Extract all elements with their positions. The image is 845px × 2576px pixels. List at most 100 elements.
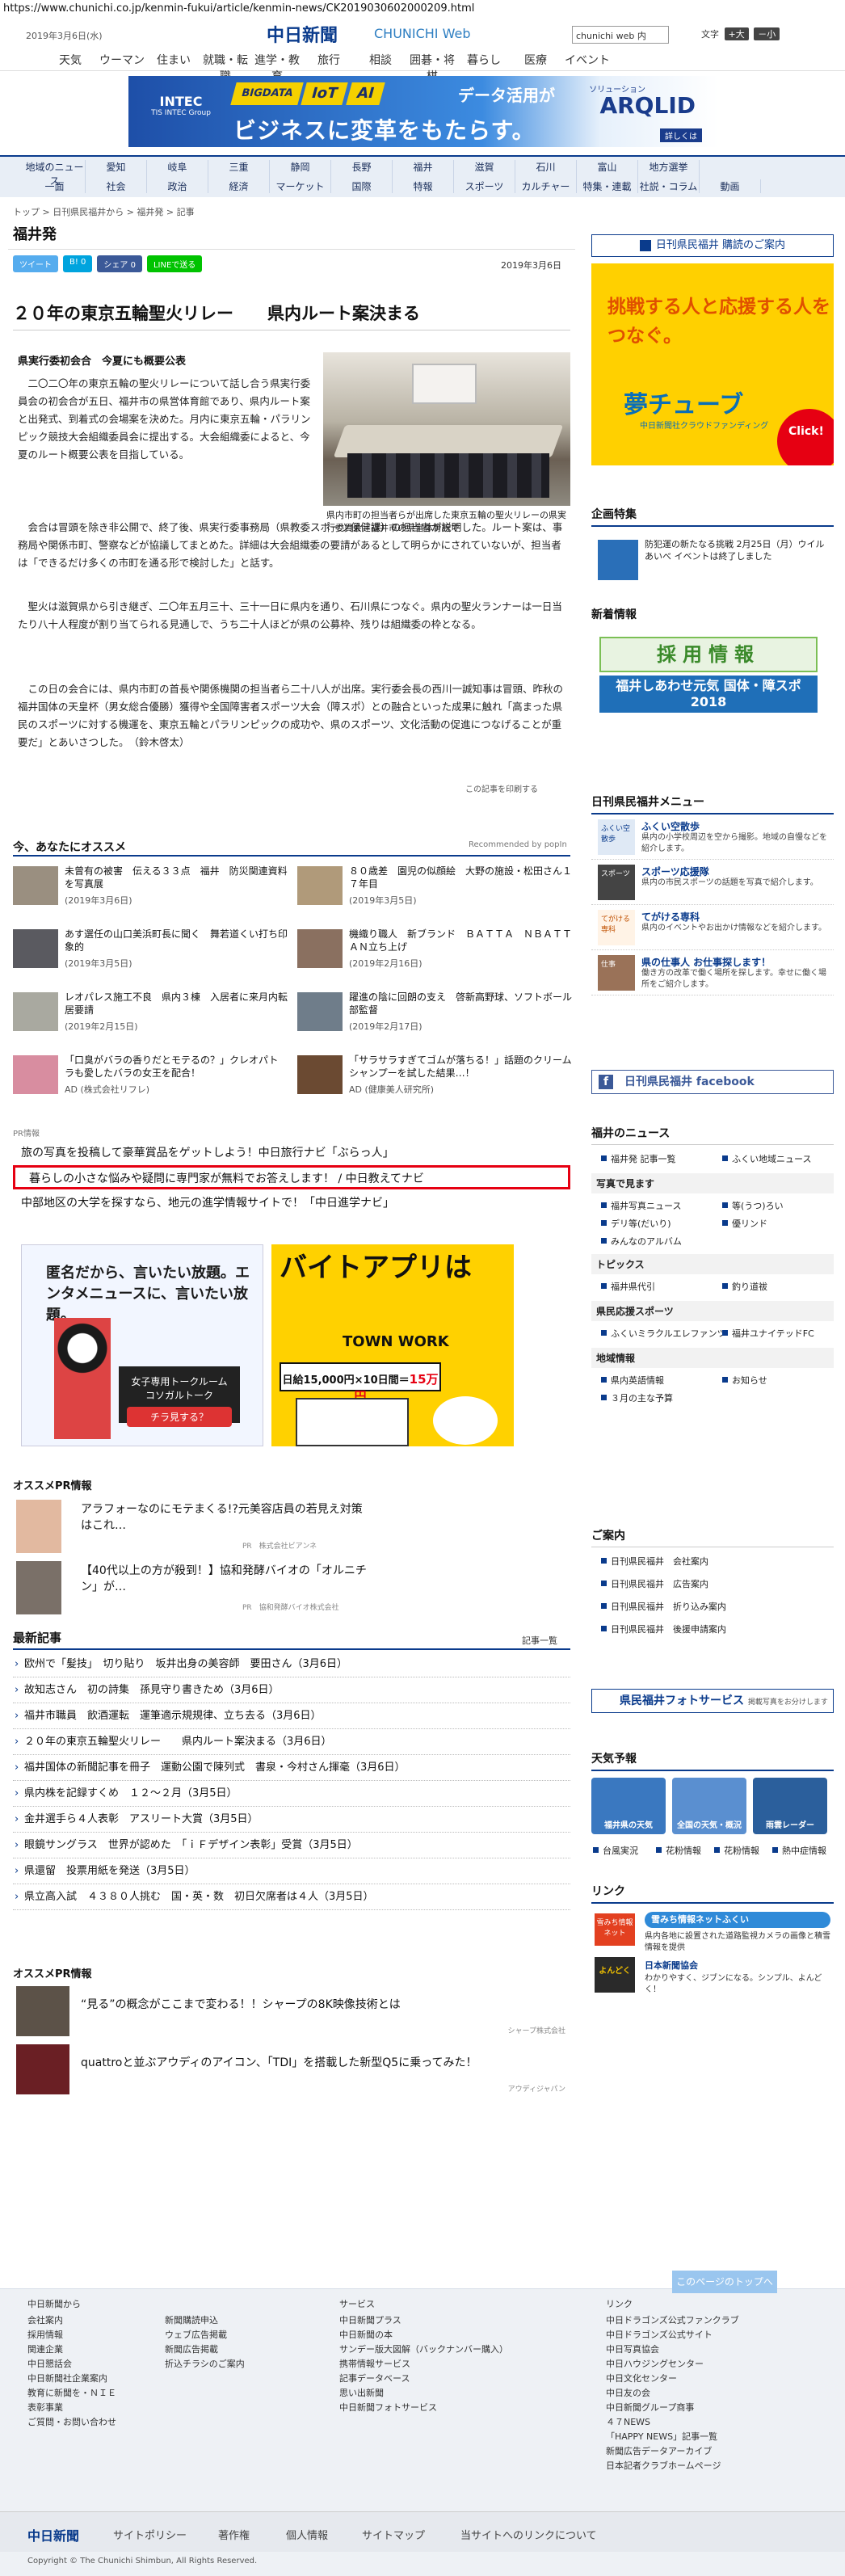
footer-logo[interactable]: 中日新聞 [27, 2525, 79, 2544]
weather-link[interactable]: 花粉情報 [654, 1844, 701, 1857]
kikaku-thumb[interactable] [598, 540, 638, 580]
footer-link[interactable]: 中日ドラゴンズ公式サイト [606, 2328, 739, 2342]
cnav-item[interactable]: 社会 [86, 179, 147, 193]
recommend-item[interactable]: レオパレス施工不良 県内３棟 入居者に来月内転居要請 (2019年2月15日) [13, 989, 288, 1038]
guide-link[interactable]: 日刊県民福井 広告案内 [599, 1577, 708, 1590]
recommend-item[interactable]: 躍進の陰に回朗の支え 啓新高野球、ソフトボール部監督 (2019年2月17日) [297, 989, 572, 1038]
display-ad[interactable]: 匿名だから、言いたい放題。エンタメニュースに、言いたい放題。 女子専用トークルー… [21, 1244, 263, 1446]
url-bar[interactable]: https://www.chunichi.co.jp/kenmin-fukui/… [0, 0, 845, 18]
breadcrumb[interactable]: トップ > 日刊県民福井から > 福井発 > 記事 [13, 205, 195, 218]
latest-item[interactable]: 故知志さん 初の詩集 孫見守り書きため（3月6日） [13, 1677, 570, 1703]
news-link[interactable]: デリ等(だいり) [599, 1217, 671, 1230]
pr-link[interactable]: 旅の写真を投稿して豪華賞品をゲットしよう！中日旅行ナビ「ぶらっ人」 [21, 1144, 394, 1160]
latest-item[interactable]: 眼鏡サングラス 世界が認めた 「ｉＦデザイン表彰」受賞（3月5日） [13, 1833, 570, 1858]
news-link[interactable]: お知らせ [721, 1374, 767, 1387]
ad-click-badge[interactable]: Click! [777, 409, 834, 465]
news-link[interactable]: ３月の主な予算 [599, 1391, 673, 1404]
photo-service-link[interactable]: 県民福井フォトサービス 掲載写真をお分けします [591, 1689, 834, 1713]
footer-nav-link[interactable]: サイトポリシー [113, 2527, 187, 2542]
recommend-item[interactable]: 「口臭がバラの香りだとモテるの？」クレオパトラも愛したバラの女王を配合！ AD (… [13, 1052, 288, 1101]
news-link[interactable]: ふくい地域ニュース [721, 1152, 811, 1165]
snow-info-link[interactable]: 雪みち情報ネットふくい [645, 1912, 830, 1928]
sidebar-ad[interactable]: 挑戦する人と応援する人をつなぐ。 夢チューブ 中日新聞社クラウドファンディング … [591, 263, 834, 465]
print-link[interactable]: この記事を印刷する [465, 782, 538, 794]
footer-link[interactable]: 中日新聞の本 [339, 2328, 508, 2342]
footer-link[interactable]: 思い出新聞 [339, 2386, 508, 2401]
pr-link[interactable]: 暮らしの小さな悩みや疑問に専門家が無料でお答えします！ / 中日教えてナビ [29, 1170, 424, 1186]
footer-link[interactable]: 携帯情報サービス [339, 2357, 508, 2372]
footer-link[interactable]: 新聞広告データアーカイブ [606, 2444, 739, 2459]
kikaku-text[interactable]: 防犯運の新たなる挑戦 2月25日（月）ウイルあいべ イベントは終了しました [645, 538, 830, 562]
latest-item[interactable]: 金井選手ら４人表彰 アスリート大賞（3月5日） [13, 1807, 570, 1833]
latest-item[interactable]: 県還留 投票用紙を発送（3月5日） [13, 1858, 570, 1884]
site-logo-sub[interactable]: CHUNICHI Web [374, 26, 471, 41]
news-link[interactable]: みんなのアルバム [599, 1235, 682, 1248]
menu-item[interactable]: ふくい空散歩 ふくい空散歩 県内の小学校周辺を空から撮影。地域の自慢などを紹介します… [591, 816, 834, 860]
weather-link[interactable]: 花粉情報 [713, 1844, 759, 1857]
font-large-button[interactable]: +大 [724, 27, 749, 40]
guide-link[interactable]: 日刊県民福井 後援申請案内 [599, 1623, 726, 1635]
ad-cta-button[interactable]: チラ見する？ [127, 1407, 232, 1427]
facebook-share-button[interactable]: シェア 0 [97, 255, 142, 272]
cnav-item[interactable]: 特集・連載 [577, 179, 638, 193]
footer-link[interactable]: 記事データベース [339, 2372, 508, 2386]
subscribe-link[interactable]: 日刊県民福井 購読のご案内 [591, 234, 834, 257]
menu-item[interactable]: 仕事 県の仕事人 お仕事探します！ 働き方の改革で働く場所を探します。幸せに働く場所… [591, 952, 834, 995]
yondoku-icon[interactable]: よんどく [595, 1957, 635, 1993]
footer-link[interactable]: ４７NEWS [606, 2415, 739, 2430]
footer-nav-link[interactable]: 当サイトへのリンクについて [460, 2527, 597, 2542]
latest-item[interactable]: 県内株を記録すくめ １２～２月（3月5日） [13, 1781, 570, 1807]
menu-item[interactable]: スポーツ スポーツ応援隊 県内の市民スポーツの話題を写真で紹介します。 [591, 861, 834, 905]
weather-button[interactable]: 雨雲レーダー [753, 1778, 827, 1834]
font-small-button[interactable]: －小 [754, 27, 780, 40]
footer-nav-link[interactable]: 個人情報 [286, 2527, 328, 2542]
footer-link[interactable]: ご質問・お問い合わせ [27, 2415, 116, 2430]
footer-link[interactable]: 中日新聞社企業案内 [27, 2372, 116, 2386]
cnav-item[interactable]: カルチャー [515, 179, 577, 193]
cnav-item[interactable]: 動画 [700, 179, 761, 193]
footer-link[interactable]: 中日新聞プラス [339, 2313, 508, 2328]
pr-link[interactable]: 中部地区の大学を探すなら、地元の進学情報サイトで！「中日進学ナビ」 [21, 1194, 394, 1210]
footer-link[interactable]: 会社案内 [27, 2313, 116, 2328]
news-link[interactable]: 優リンド [721, 1217, 767, 1230]
recruit-banner[interactable]: 採用情報 [599, 637, 818, 672]
news-link[interactable]: 福井ユナイテッドFC [721, 1327, 814, 1340]
banner-ad[interactable]: INTEC TIS INTEC Group BIGDATA IoT AI データ活… [128, 76, 718, 147]
cnav-item[interactable]: 政治 [147, 179, 208, 193]
footer-link[interactable]: 採用情報 [27, 2328, 116, 2342]
guide-link[interactable]: 日刊県民福井 折り込み案内 [599, 1600, 726, 1613]
footer-nav-link[interactable]: サイトマップ [362, 2527, 425, 2542]
gnav-item[interactable]: 天気 [44, 52, 96, 84]
recommend-item[interactable]: 機織り職人 新ブランド ＢＡＴＴＡ ＮＢＡＴＴＡＮ立ち上げ (2019年2月16日… [297, 926, 572, 974]
news-link[interactable]: 県内英語情報 [599, 1374, 664, 1387]
line-share-button[interactable]: LINEで送る [146, 255, 203, 272]
recommend-item[interactable]: ８０歳差 園児の似顔絵 大野の施設・松田さん１７年目 (2019年3月5日) [297, 863, 572, 911]
facebook-link[interactable]: 日刊県民福井 facebook [591, 1070, 834, 1094]
recommend-provider[interactable]: Recommended by popIn [469, 840, 567, 849]
footer-link[interactable]: 中日文化センター [606, 2372, 739, 2386]
footer-link[interactable]: 中日友の会 [606, 2386, 739, 2401]
tweet-button[interactable]: ツイート [13, 255, 58, 272]
cnav-item[interactable]: 国際 [331, 179, 393, 193]
footer-link[interactable]: 中日ドラゴンズ公式ファンクラブ [606, 2313, 739, 2328]
weather-button[interactable]: 全国の天気・概況 [672, 1778, 746, 1834]
footer-link[interactable]: 中日ハウジングセンター [606, 2357, 739, 2372]
footer-link[interactable]: 教育に新聞を・ＮＩＥ [27, 2386, 116, 2401]
display-ad[interactable]: バイトアプリは TOWN WORK 日給15,000円×10日間＝15万円 [271, 1244, 514, 1446]
weather-link[interactable]: 台風実況 [591, 1844, 638, 1857]
latest-item[interactable]: 県立高入試 ４３８０人挑む 国・英・数 初日欠席者は４人（3月5日） [13, 1884, 570, 1910]
footer-link[interactable]: 中日新聞フォトサービス [339, 2401, 508, 2415]
latest-item[interactable]: 福井国体の新聞記事を冊子 運動公園で陳列式 書泉・今村さん揮毫（3月6日） [13, 1755, 570, 1781]
footer-link[interactable]: 折込チラシのご案内 [165, 2357, 245, 2372]
banner-more-button[interactable]: 詳しくは [660, 128, 702, 142]
footer-link[interactable]: 表彰事業 [27, 2401, 116, 2415]
footer-link[interactable]: 新聞購読申込 [165, 2313, 245, 2328]
footer-link[interactable]: ウェブ広告掲載 [165, 2328, 245, 2342]
press-assoc-link[interactable]: 日本新聞協会 [645, 1959, 698, 1972]
footer-link[interactable]: 関連企業 [27, 2342, 116, 2357]
back-to-top-button[interactable]: このページのトップへ [672, 2271, 777, 2293]
news-link[interactable]: ふくいミラクルエレファンツ [599, 1327, 726, 1340]
article-photo[interactable] [323, 352, 570, 506]
recommend-item[interactable]: 未曾有の被害 伝える３３点 福井 防災関連資料を写真展 (2019年3月6日) [13, 863, 288, 911]
menu-item[interactable]: てがける専科 てがける専科 県内のイベントやお出かけ情報などを紹介します。 [591, 907, 834, 950]
